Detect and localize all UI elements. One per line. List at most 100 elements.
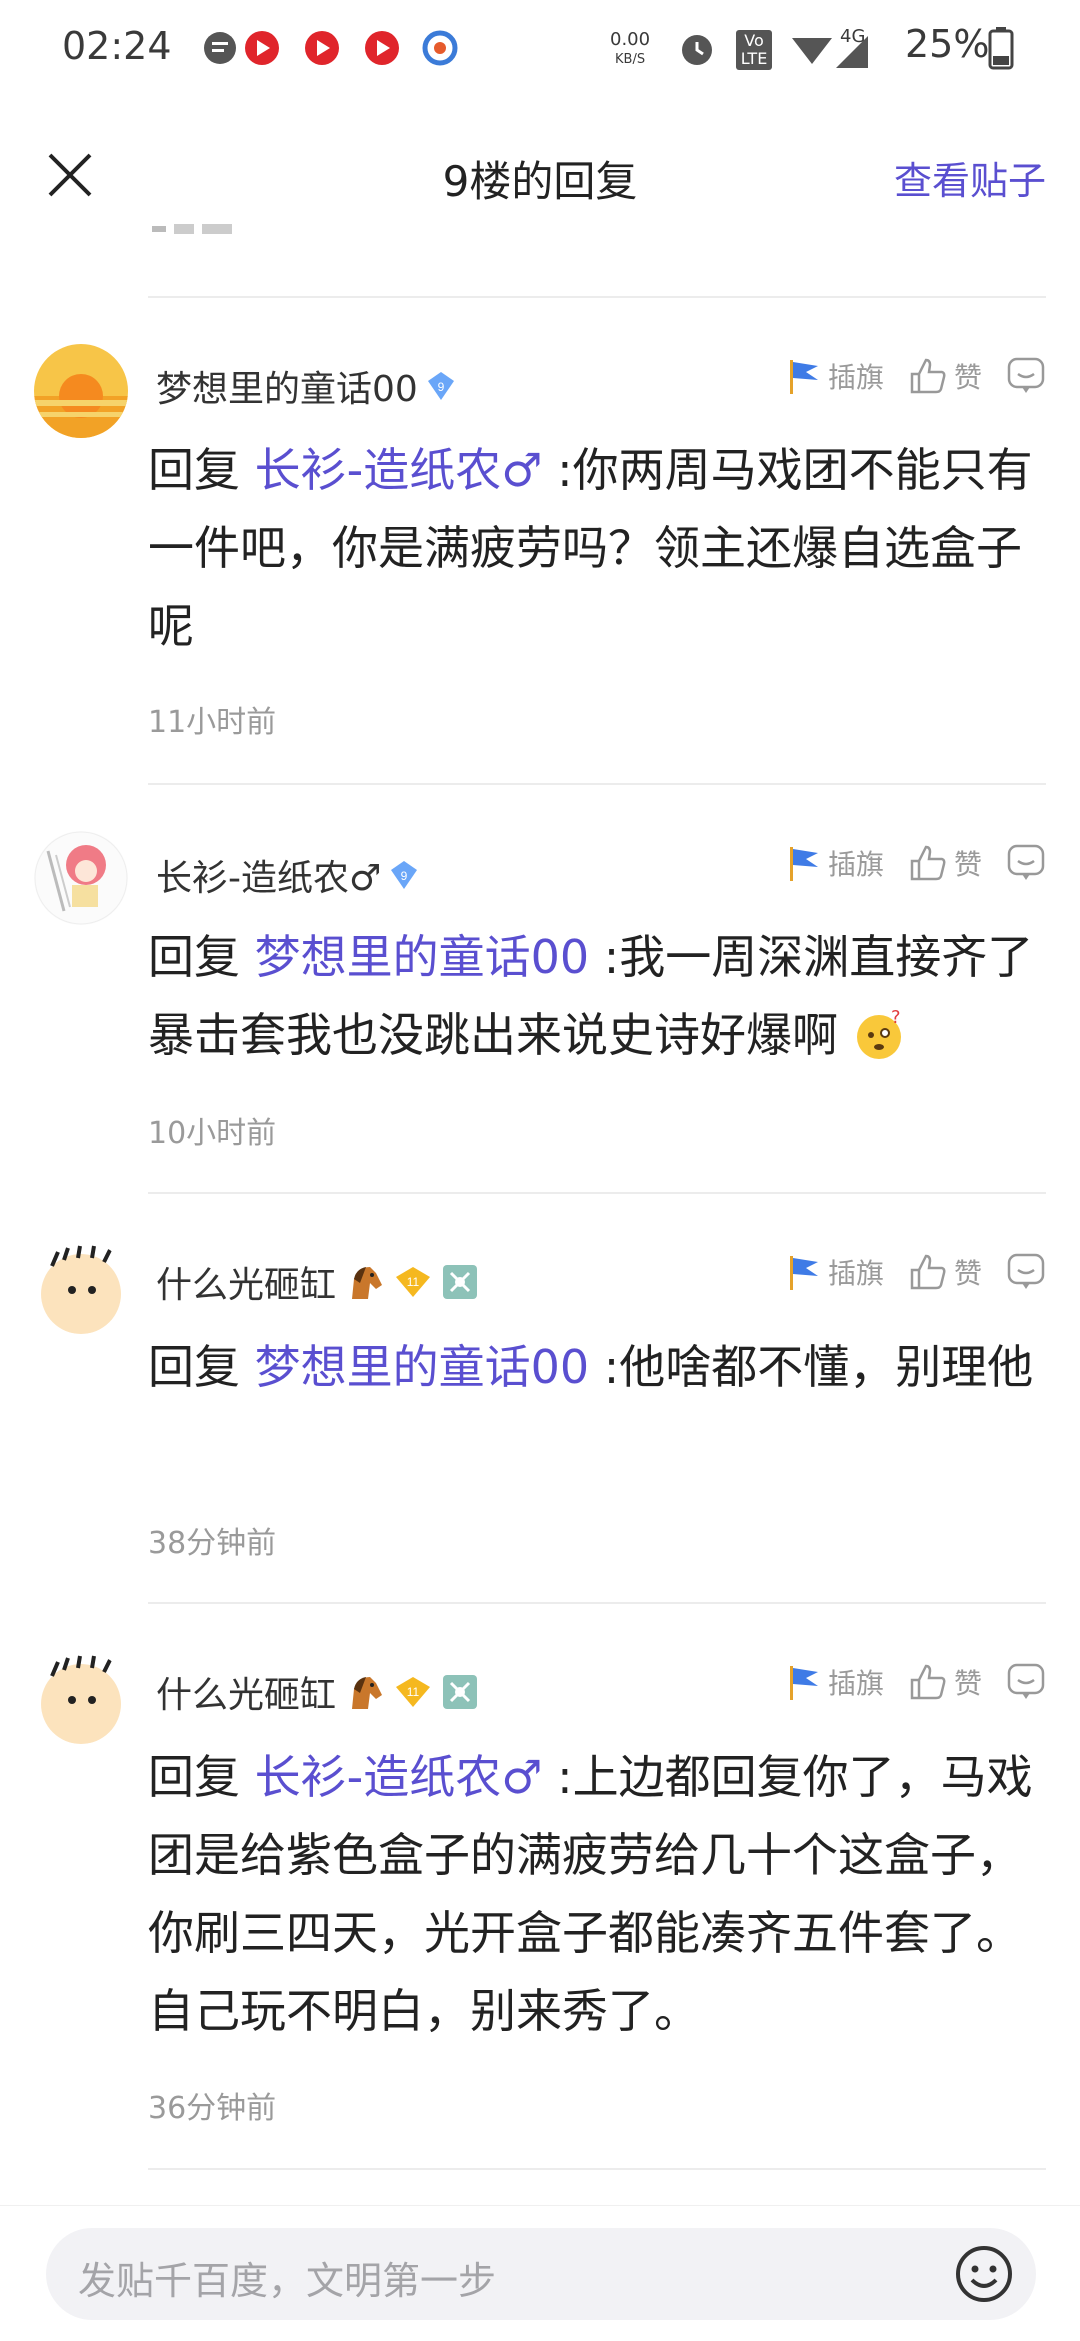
divider — [148, 1602, 1046, 1604]
like-button[interactable]: 赞 — [908, 1662, 982, 1702]
horse-emoji-icon — [352, 1267, 383, 1299]
svg-text:?: ? — [891, 1009, 901, 1028]
flag-icon — [789, 360, 818, 394]
svg-text:11: 11 — [407, 1275, 420, 1289]
reply-icon — [1007, 357, 1045, 393]
username-row: 什么光砸缸 11 — [156, 1666, 480, 1718]
app-icon — [305, 31, 339, 65]
reply-prefix: 回复 — [148, 1340, 255, 1394]
comment-body: 回复 梦想里的童话00 :他啥都不懂，别理他 — [148, 1328, 1048, 1406]
username-row: 长衫-造纸农♂ 9 — [156, 849, 419, 901]
thinking-emoji-icon: ? — [856, 1007, 901, 1059]
divider — [148, 1192, 1046, 1194]
username[interactable]: 梦想里的童话00 — [156, 360, 418, 412]
scrolled-text-remnant — [152, 224, 232, 234]
reply-button[interactable] — [1006, 1662, 1046, 1702]
comment-time: 36分钟前 — [148, 2091, 277, 2126]
battery-icon — [988, 27, 1014, 70]
view-post-link[interactable]: 查看贴子 — [894, 150, 1046, 205]
svg-text:11: 11 — [407, 1685, 420, 1699]
level-badge-icon: 9 — [391, 861, 418, 889]
level-badge-icon: 9 — [427, 372, 454, 400]
comment-time: 38分钟前 — [148, 1526, 277, 1561]
flag-label: 插旗 — [827, 848, 884, 881]
flag-button[interactable]: 插旗 — [784, 843, 884, 883]
username[interactable]: 什么光砸缸 — [156, 1666, 336, 1718]
status-bar: 02:24 0.00 KB/S Vo LTE 4G 25% — [0, 0, 1080, 100]
avatar[interactable] — [34, 1240, 128, 1334]
username[interactable]: 什么光砸缸 — [156, 1256, 336, 1308]
comment-actions: 插旗 赞 — [760, 356, 1046, 396]
comment-time: 10小时前 — [148, 1116, 277, 1151]
reply-icon — [1007, 1253, 1045, 1289]
avatar[interactable] — [34, 1650, 128, 1744]
volte-indicator: Vo LTE — [736, 30, 772, 70]
like-button[interactable]: 赞 — [908, 843, 982, 883]
svg-text:9: 9 — [401, 869, 408, 883]
username-row: 梦想里的童话00 9 — [156, 360, 456, 412]
status-time: 02:24 — [62, 24, 172, 68]
reply-input[interactable]: 发贴千百度，文明第一步 — [46, 2228, 1036, 2320]
comment-body: 回复 长衫-造纸农♂ :上边都回复你了，马戏团是给紫色盒子的满疲劳给几十个这盒子… — [148, 1738, 1048, 2050]
flag-icon — [789, 847, 818, 881]
flag-label: 插旗 — [827, 1667, 884, 1700]
network-speed-unit: KB/S — [615, 52, 646, 67]
mention-link[interactable]: 梦想里的童话00 — [255, 1340, 590, 1394]
flag-button[interactable]: 插旗 — [784, 1252, 884, 1292]
level-badge-icon: 11 — [396, 1677, 431, 1707]
thumbs-up-icon — [910, 1254, 946, 1290]
message-icon — [204, 32, 236, 64]
reply-prefix: 回复 — [148, 1750, 255, 1804]
comment-time: 11小时前 — [148, 705, 277, 740]
bottom-input-bar: 发贴千百度，文明第一步 — [0, 2205, 1080, 2341]
like-label: 赞 — [953, 848, 982, 881]
like-label: 赞 — [953, 1667, 982, 1700]
battery-percent: 25% — [905, 22, 990, 66]
username[interactable]: 长衫-造纸农♂ — [156, 849, 381, 901]
cell-signal-icon — [836, 36, 868, 68]
reply-input-placeholder: 发贴千百度，文明第一步 — [78, 2259, 497, 2303]
flag-icon — [789, 1256, 818, 1290]
reply-icon — [1007, 844, 1045, 880]
comment-body: 回复 梦想里的童话00 :我一周深渊直接齐了暴击套我也没跳出来说史诗好爆啊 ? — [148, 918, 1048, 1074]
reply-button[interactable] — [1006, 1252, 1046, 1292]
divider — [148, 2168, 1046, 2170]
flag-label: 插旗 — [827, 361, 884, 394]
like-button[interactable]: 赞 — [908, 356, 982, 396]
browser-icon — [422, 30, 458, 66]
divider — [148, 296, 1046, 298]
reply-prefix: 回复 — [148, 443, 255, 497]
flag-button[interactable]: 插旗 — [784, 1662, 884, 1702]
username-row: 什么光砸缸 11 — [156, 1256, 480, 1308]
member-badge-icon — [443, 1265, 478, 1299]
level-badge-icon: 11 — [396, 1267, 431, 1297]
like-button[interactable]: 赞 — [908, 1252, 982, 1292]
thumbs-up-icon — [910, 845, 946, 881]
mention-link[interactable]: 长衫-造纸农♂ — [255, 443, 543, 497]
comment-actions: 插旗 赞 — [760, 1252, 1046, 1292]
mention-link[interactable]: 梦想里的童话00 — [255, 930, 590, 984]
signal-icon — [792, 38, 832, 64]
alarm-icon — [682, 35, 712, 65]
divider — [148, 783, 1046, 785]
mention-link[interactable]: 长衫-造纸农♂ — [255, 1750, 543, 1804]
horse-emoji-icon — [352, 1677, 383, 1709]
member-badge-icon — [443, 1675, 478, 1709]
network-speed-value: 0.00 — [610, 29, 651, 50]
reply-button[interactable] — [1006, 356, 1046, 396]
comment-body: 回复 长衫-造纸农♂ :你两周马戏团不能只有一件吧，你是满疲劳吗？领主还爆自选盒… — [148, 431, 1048, 665]
thumbs-up-icon — [910, 358, 946, 394]
flag-button[interactable]: 插旗 — [784, 356, 884, 396]
emoji-icon[interactable] — [952, 2242, 1016, 2306]
avatar[interactable] — [34, 831, 128, 925]
avatar[interactable] — [34, 344, 128, 438]
reply-icon — [1007, 1663, 1045, 1699]
app-icon — [245, 31, 279, 65]
thumbs-up-icon — [910, 1664, 946, 1700]
comment-content: :他啥都不懂，别理他 — [589, 1340, 1034, 1394]
comment-actions: 插旗 赞 — [760, 843, 1046, 883]
reply-button[interactable] — [1006, 843, 1046, 883]
flag-label: 插旗 — [827, 1257, 884, 1290]
comment-actions: 插旗 赞 — [760, 1662, 1046, 1702]
network-speed: 0.00 KB/S — [610, 30, 650, 70]
